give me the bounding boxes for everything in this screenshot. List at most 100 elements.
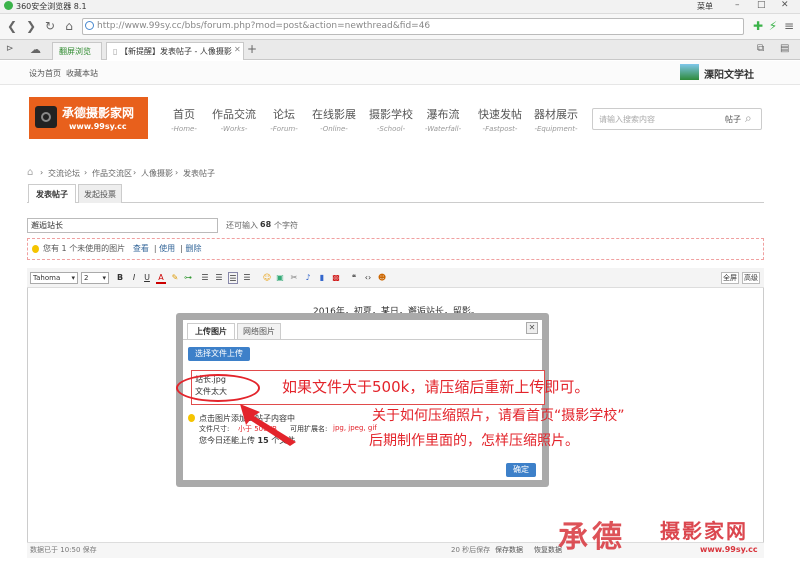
tab-close-icon[interactable]: ✕ bbox=[234, 45, 241, 54]
use-attachments-link[interactable]: 使用 bbox=[159, 244, 175, 253]
tab-web-image[interactable]: 网络图片 bbox=[237, 323, 281, 339]
annotation-arrow-icon bbox=[240, 404, 296, 446]
partner-logo-icon bbox=[680, 64, 699, 80]
bold-icon[interactable]: B bbox=[115, 272, 125, 284]
dialog-close-icon[interactable]: ✕ bbox=[526, 322, 538, 334]
watermark-brand: 承德 bbox=[558, 520, 626, 555]
menu-button[interactable]: 菜单 bbox=[697, 1, 713, 12]
tab-upload-image[interactable]: 上传图片 bbox=[187, 323, 235, 339]
forward-icon[interactable]: ❯ bbox=[23, 18, 39, 34]
nav-fastpost[interactable]: 快速发帖 -Fastpost- bbox=[475, 106, 525, 133]
video-icon[interactable]: ▮ bbox=[317, 272, 327, 284]
breadcrumb-forum[interactable]: 交流论坛 bbox=[48, 168, 80, 179]
watermark-url: www.99sy.cc bbox=[700, 545, 758, 554]
saved-status: 数据已于 10:50 保存 bbox=[30, 546, 97, 554]
font-family-select[interactable]: Tahoma ▾ bbox=[30, 272, 78, 284]
security-icon[interactable]: ✚ bbox=[750, 18, 766, 34]
more-tools-icon[interactable]: ☻ bbox=[377, 272, 387, 284]
code-icon[interactable]: ‹› bbox=[363, 272, 373, 284]
maximize-icon[interactable]: □ bbox=[757, 0, 766, 10]
advanced-button[interactable]: 高级 bbox=[742, 272, 760, 284]
search-icon[interactable]: ⌕ bbox=[745, 111, 752, 126]
link-icon[interactable]: ⊶ bbox=[183, 272, 193, 284]
breadcrumb-new-post: 发表帖子 bbox=[183, 169, 215, 178]
music-icon[interactable]: ♪ bbox=[303, 272, 313, 284]
search-type-select[interactable]: 帖子 bbox=[725, 114, 741, 125]
attachment-icon[interactable]: ✂ bbox=[289, 272, 299, 284]
breadcrumb-portrait[interactable]: 人像摄影 bbox=[141, 168, 173, 179]
logo-title: 承德摄影家网 bbox=[62, 106, 135, 120]
camera-lens-icon bbox=[41, 112, 51, 122]
tab-new-post[interactable]: ▯ 【新提醒】发表帖子 - 人像摄影 bbox=[106, 42, 244, 60]
nav-works[interactable]: 作品交流 -Works- bbox=[209, 106, 259, 133]
tab-flip-browse[interactable]: 翻屏浏览 bbox=[52, 42, 102, 60]
subject-hint-prefix: 还可输入 bbox=[226, 221, 258, 230]
unused-attachment-notice: 您有 1 个未使用的图片 查看 | 使用 | 删除 bbox=[27, 238, 764, 260]
nav-equipment[interactable]: 器材展示 -Equipment- bbox=[531, 106, 581, 133]
home-breadcrumb-icon[interactable]: ⌂ bbox=[27, 167, 33, 178]
nav-waterfall[interactable]: 瀑布流 -Waterfall- bbox=[418, 106, 468, 133]
breadcrumb-sep: › bbox=[40, 168, 44, 177]
tip-ext-value: jpg, jpeg, gif bbox=[333, 424, 377, 432]
breadcrumb-sep: › bbox=[133, 168, 137, 177]
nav-online[interactable]: 在线影展 -Online- bbox=[309, 106, 359, 133]
bookmark-link[interactable]: 收藏本站 bbox=[66, 68, 98, 79]
tab-new-poll[interactable]: 发起投票 bbox=[78, 184, 122, 203]
bulb-icon bbox=[32, 245, 39, 253]
browser-logo-icon bbox=[4, 1, 13, 10]
refresh-icon[interactable]: ↻ bbox=[42, 18, 58, 34]
align-center-icon[interactable]: ☰ bbox=[214, 272, 224, 284]
nav-home[interactable]: 首页 -Home- bbox=[159, 106, 209, 133]
nav-school[interactable]: 摄影学校 -School- bbox=[366, 106, 416, 133]
home-icon[interactable]: ⌂ bbox=[61, 18, 77, 34]
new-tab-icon[interactable]: + bbox=[247, 42, 257, 56]
cloud-icon[interactable]: ☁ bbox=[30, 43, 41, 56]
breadcrumb-sep: › bbox=[175, 168, 179, 177]
close-window-icon[interactable]: ✕ bbox=[781, 0, 789, 10]
flash-icon[interactable]: ▩ bbox=[331, 272, 341, 284]
more-icon[interactable]: ≡ bbox=[781, 18, 797, 34]
url-input[interactable]: http://www.99sy.cc/bbs/forum.php?mod=pos… bbox=[82, 18, 744, 35]
search-input[interactable]: 请输入搜索内容 bbox=[599, 114, 655, 125]
restore-tab-icon[interactable]: ⧉ bbox=[757, 43, 764, 54]
minimize-icon[interactable]: – bbox=[735, 0, 740, 10]
autosave-status: 20 秒后保存 bbox=[451, 546, 491, 554]
confirm-button[interactable]: 确定 bbox=[506, 463, 536, 477]
underline-icon[interactable]: U bbox=[142, 272, 152, 284]
font-size-select[interactable]: 2 ▾ bbox=[81, 272, 109, 284]
image-icon[interactable]: ▣ bbox=[275, 272, 285, 284]
breadcrumb-sep: › bbox=[84, 168, 88, 177]
search-box[interactable]: 请输入搜索内容 帖子 ⌕ bbox=[592, 108, 762, 130]
quote-icon[interactable]: ❝ bbox=[349, 272, 359, 284]
tab-new-thread[interactable]: 发表帖子 bbox=[28, 184, 76, 203]
nav-forum[interactable]: 论坛 -Forum- bbox=[259, 106, 309, 133]
site-logo[interactable]: 承德摄影家网 www.99sy.cc bbox=[29, 97, 148, 139]
italic-icon[interactable]: I bbox=[129, 272, 139, 284]
subject-input[interactable]: 邂逅站长 bbox=[27, 218, 218, 233]
subject-hint-count: 68 bbox=[260, 220, 272, 229]
tab-list-icon[interactable]: ▤ bbox=[780, 43, 789, 54]
partner-link[interactable]: 溧阳文学社 bbox=[704, 66, 754, 81]
highlight-icon[interactable]: ✎ bbox=[170, 272, 180, 284]
align-justify-icon[interactable]: ☰ bbox=[228, 272, 238, 284]
lightning-icon[interactable]: ⚡ bbox=[765, 18, 781, 34]
choose-file-button[interactable]: 选择文件上传 bbox=[188, 347, 250, 361]
delete-attachments-link[interactable]: 删除 bbox=[185, 244, 201, 253]
logo-url: www.99sy.cc bbox=[69, 122, 127, 131]
view-attachments-link[interactable]: 查看 bbox=[133, 244, 149, 253]
tabs-divider bbox=[27, 202, 764, 203]
font-color-icon[interactable]: A bbox=[156, 272, 166, 284]
back-icon[interactable]: ❮ bbox=[4, 18, 20, 34]
sidebar-toggle-icon[interactable]: ⊳ bbox=[6, 44, 14, 54]
attachment-count: 1 bbox=[61, 244, 67, 253]
align-left-icon[interactable]: ☰ bbox=[200, 272, 210, 284]
align-right-icon[interactable]: ☰ bbox=[242, 272, 252, 284]
save-data-link[interactable]: 保存数据 bbox=[495, 543, 523, 558]
dialog-tab-divider bbox=[183, 339, 542, 340]
breadcrumb-works[interactable]: 作品交流区 bbox=[92, 168, 132, 179]
fullscreen-button[interactable]: 全屏 bbox=[721, 272, 739, 284]
annotation-line-2: 关于如何压缩照片，请看首页“摄影学校” bbox=[372, 408, 625, 424]
set-homepage-link[interactable]: 设为首页 bbox=[29, 68, 61, 79]
smiley-icon[interactable]: ☺ bbox=[262, 272, 272, 284]
tip-bulb-icon bbox=[188, 414, 195, 422]
